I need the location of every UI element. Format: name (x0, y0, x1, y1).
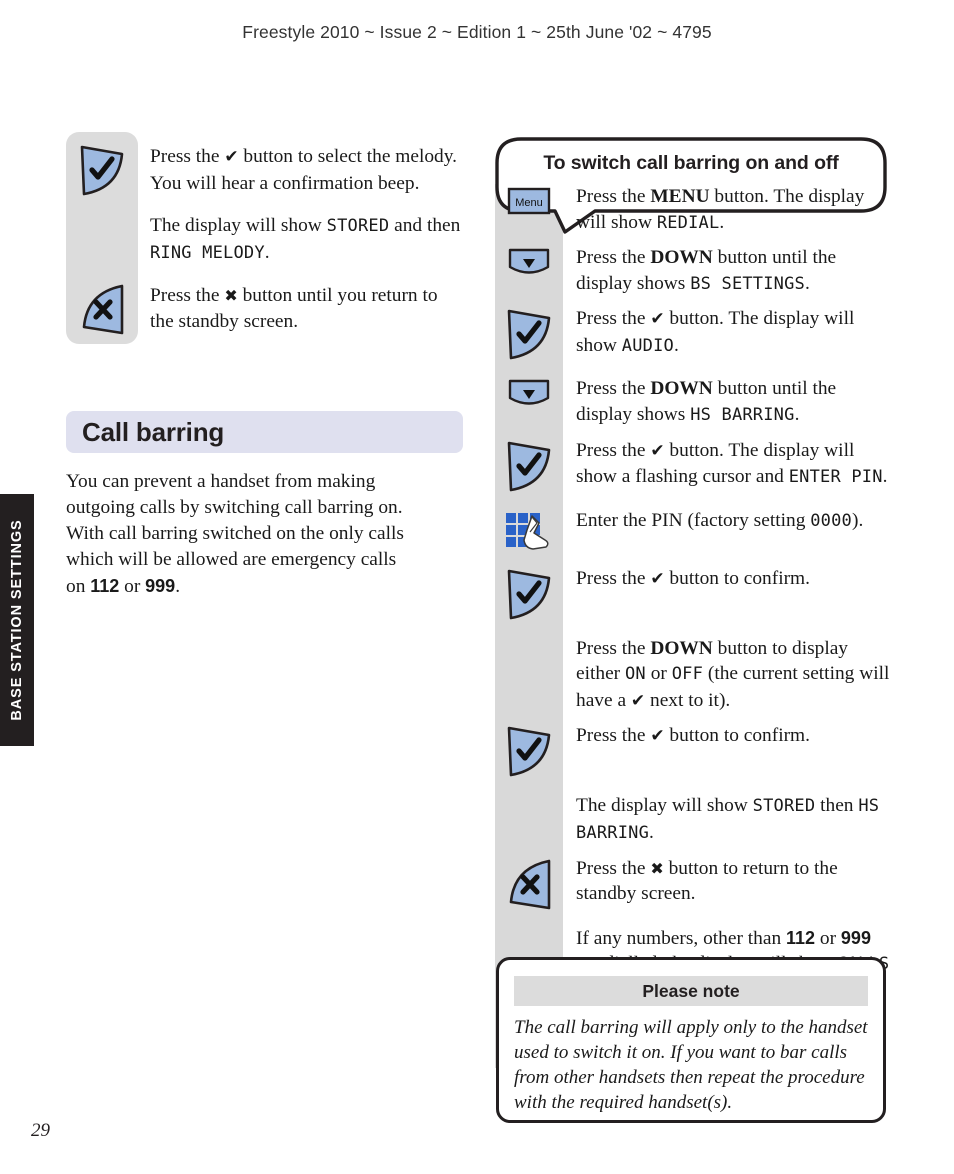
please-note-box: Please note The call barring will apply … (496, 957, 886, 1123)
lcd-text: ENTER PIN (788, 467, 883, 488)
lcd-text: BS SETTINGS (690, 273, 805, 294)
left-step-list: Press the ✔ button to select the melody.… (150, 144, 466, 335)
step-icon-cell: Menu (495, 184, 563, 221)
step-icon-cell (495, 438, 563, 499)
lcd-text: ON (625, 664, 646, 685)
step-icon-cell (495, 636, 563, 638)
step-text: Press the MENU button. The display will … (576, 186, 865, 233)
lcd-text: REDIAL (656, 212, 720, 233)
left-icon-strip (66, 132, 138, 344)
step-row: Menu Press the MENU button. The display w… (495, 184, 895, 236)
tick-wedge-icon[interactable] (506, 568, 552, 627)
step-row: Press the DOWN button to display either … (495, 636, 895, 715)
button-name: DOWN (650, 637, 713, 659)
right-step-list: Menu Press the MENU button. The display w… (495, 184, 895, 1004)
tick-glyph: ✔ (224, 147, 239, 167)
left-step-paragraph: The display will show STORED and then RI… (150, 215, 461, 263)
step-icon-cell (495, 376, 563, 415)
step-text: Press the ✔ button. The display will sho… (576, 439, 888, 488)
button-name: DOWN (650, 378, 713, 400)
step-row: Press the DOWN button until the display … (495, 376, 895, 428)
lcd-text: STORED (326, 216, 390, 237)
step-text: Press the DOWN button until the display … (576, 247, 837, 294)
step-icon-cell (495, 856, 563, 917)
step-icon-cell (495, 723, 563, 784)
menu-button-icon[interactable]: Menu (506, 186, 552, 221)
tick-glyph: ✔ (650, 568, 665, 589)
section-tab-label: BASE STATION SETTINGS (9, 519, 25, 721)
step-icon-cell (495, 508, 563, 557)
section-tab: BASE STATION SETTINGS (0, 494, 34, 746)
step-row: Press the ✔ button. The display will sho… (495, 306, 895, 367)
cross-wedge-icon[interactable] (79, 283, 125, 342)
lcd-text: AUDIO (621, 335, 674, 356)
please-note-title: Please note (514, 976, 868, 1006)
lcd-text: HS BARRING (690, 404, 795, 425)
tick-glyph: ✔ (650, 440, 665, 461)
tick-glyph: ✔ (630, 690, 646, 711)
page-number: 29 (31, 1120, 50, 1141)
emergency-number: 999 (840, 927, 871, 948)
step-row: Press the ✔ button. The display will sho… (495, 438, 895, 499)
cross-wedge-icon[interactable] (506, 858, 552, 917)
tick-glyph: ✔ (650, 309, 665, 330)
step-text: Press the ✔ button to confirm. (576, 567, 810, 589)
emergency-number: 112 (786, 927, 816, 948)
step-icon-cell (495, 306, 563, 367)
step-icon-cell (495, 245, 563, 284)
lcd-text: HS BARRING (576, 796, 880, 843)
lcd-text: 0000 (810, 510, 852, 531)
tick-glyph: ✔ (650, 726, 665, 747)
step-row: Press the DOWN button until the display … (495, 245, 895, 297)
step-text: Press the ✔ button to confirm. (576, 725, 810, 747)
tick-wedge-icon[interactable] (79, 144, 125, 203)
step-row: The display will show STORED then HS BAR… (495, 793, 895, 846)
lcd-text: RING MELODY (150, 242, 265, 263)
step-icon-cell (495, 566, 563, 627)
lcd-text: OFF (671, 664, 704, 685)
callout-bubble: To switch call barring on and off (495, 137, 887, 234)
down-button-icon[interactable] (506, 247, 552, 284)
cross-glyph: ✖ (224, 286, 238, 306)
tick-wedge-icon[interactable] (506, 308, 552, 367)
step-text: Press the DOWN button to display either … (576, 637, 890, 711)
step-row: Press the ✔ button to confirm. (495, 566, 895, 627)
step-text: Press the ✔ button. The display will sho… (576, 308, 855, 356)
section-heading-label: Call barring (82, 416, 225, 447)
step-row: Enter the PIN (factory setting 0000). (495, 508, 895, 557)
please-note-body: The call barring will apply only to the … (514, 1017, 868, 1113)
emergency-number: 112 (90, 576, 120, 596)
button-name: DOWN (650, 247, 713, 269)
keypad-hand-icon[interactable] (503, 510, 555, 557)
section-heading: Call barring (66, 411, 463, 453)
step-text: Press the ✖ button to return to the stan… (576, 857, 838, 905)
step-icon-cell (495, 926, 563, 928)
down-button-icon[interactable] (506, 378, 552, 415)
step-row: Press the ✔ button to confirm. (495, 723, 895, 784)
intro-paragraph: You can prevent a handset from making ou… (66, 471, 404, 597)
cross-glyph: ✖ (650, 858, 664, 878)
step-icon-cell (495, 793, 563, 795)
emergency-number: 999 (145, 576, 176, 596)
step-text: Enter the PIN (factory setting 0000). (576, 509, 864, 531)
step-text: Press the DOWN button until the display … (576, 378, 837, 425)
button-name: MENU (650, 186, 710, 207)
step-text: The display will show STORED then HS BAR… (576, 795, 880, 843)
left-step-paragraph: Press the ✔ button to select the melody.… (150, 146, 458, 194)
callout-title: To switch call barring on and off (543, 151, 839, 174)
svg-text:Menu: Menu (515, 197, 543, 209)
step-row: Press the ✖ button to return to the stan… (495, 856, 895, 917)
tick-wedge-icon[interactable] (506, 440, 552, 499)
lcd-text: STORED (752, 796, 816, 817)
tick-wedge-icon[interactable] (506, 725, 552, 784)
left-step-paragraph: Press the ✖ button until you return to t… (150, 285, 438, 332)
running-header: Freestyle 2010 ~ Issue 2 ~ Edition 1 ~ 2… (242, 22, 712, 42)
